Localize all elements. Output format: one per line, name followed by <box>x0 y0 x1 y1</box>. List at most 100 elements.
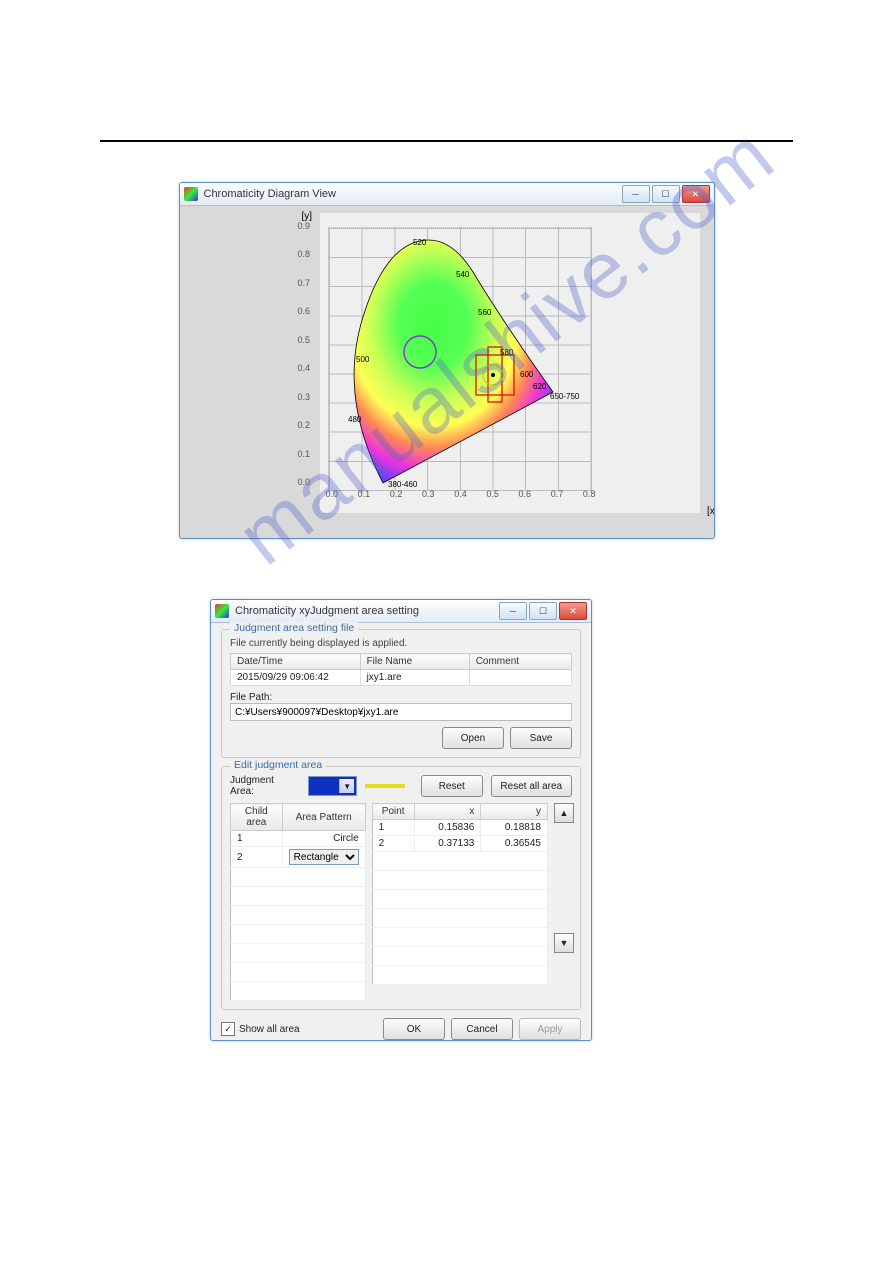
edit-judgment-group: Edit judgment area Judgment Area: ▼ Rese… <box>221 766 581 1010</box>
group1-subtext: File currently being displayed is applie… <box>230 638 572 649</box>
x-tick: 0.8 <box>583 489 596 499</box>
point-row[interactable]: 1 0.15836 0.18818 <box>372 820 547 836</box>
x-axis-label: [x] <box>707 506 715 517</box>
dialog-titlebar: Chromaticity xyJudgment area setting ─ ☐… <box>211 600 591 623</box>
point-row[interactable]: 2 0.37133 0.36545 <box>372 836 547 852</box>
move-up-button[interactable]: ▲ <box>554 803 574 823</box>
wl-label: 650-750 <box>550 392 580 401</box>
file-info-table: Date/Time File Name Comment 2015/09/29 0… <box>230 653 572 686</box>
th-filename: File Name <box>360 654 469 670</box>
th-comment: Comment <box>469 654 571 670</box>
x-axis-ticks: 0.0 0.1 0.2 0.3 0.4 0.5 0.6 0.7 0.8 <box>326 489 596 499</box>
x-tick: 0.7 <box>551 489 564 499</box>
x-tick: 0.6 <box>519 489 532 499</box>
cell-y: 0.36545 <box>481 836 548 852</box>
cell-point-id: 2 <box>372 836 414 852</box>
wl-label: 500 <box>356 355 370 364</box>
reset-button[interactable]: Reset <box>421 775 483 797</box>
wl-label: 560 <box>478 308 492 317</box>
chroma-titlebar: Chromaticity Diagram View ─ ☐ ✕ <box>180 183 714 206</box>
y-tick: 0.7 <box>298 278 311 288</box>
chroma-window-title: Chromaticity Diagram View <box>204 188 622 200</box>
cell-x: 0.15836 <box>414 820 481 836</box>
th-child: Child area <box>231 804 283 831</box>
cell-child-id: 1 <box>231 831 283 847</box>
y-tick: 0.6 <box>298 306 311 316</box>
group2-title: Edit judgment area <box>230 759 326 771</box>
y-tick: 0.2 <box>298 420 311 430</box>
pattern-dropdown[interactable]: Rectangle <box>289 849 359 865</box>
file-row[interactable]: 2015/09/29 09:06:42 jxy1.are <box>231 670 572 686</box>
cell-point-id: 1 <box>372 820 414 836</box>
show-all-label: Show all area <box>239 1024 300 1035</box>
ok-button[interactable]: OK <box>383 1018 445 1040</box>
chromaticity-plot: [y] 0.0 0.1 0.2 0.3 0.4 0.5 0.6 0.7 0.8 … <box>320 213 700 513</box>
file-path-input[interactable] <box>230 703 572 721</box>
measurement-point <box>491 373 495 377</box>
child-row[interactable]: 2 Rectangle <box>231 847 366 868</box>
show-all-checkbox[interactable]: ✓ <box>221 1022 235 1036</box>
app-icon <box>184 187 198 201</box>
cell-child-id: 2 <box>231 847 283 868</box>
yellow-color-swatch <box>365 784 405 788</box>
minimize-button[interactable]: ─ <box>622 185 650 203</box>
file-path-label: File Path: <box>230 692 572 703</box>
chevron-down-icon: ▼ <box>339 779 354 793</box>
th-datetime: Date/Time <box>231 654 361 670</box>
x-tick: 0.2 <box>390 489 403 499</box>
point-table: Point x y 1 0.15836 0.18818 2 0.37133 <box>372 803 548 985</box>
show-all-checkbox-wrap[interactable]: ✓ Show all area <box>221 1022 300 1036</box>
wl-label: 620 <box>533 382 547 391</box>
y-tick: 0.8 <box>298 249 311 259</box>
th-pattern: Area Pattern <box>282 804 365 831</box>
x-tick: 0.3 <box>422 489 435 499</box>
wl-label: 520 <box>413 238 427 247</box>
cell-comment <box>469 670 571 686</box>
y-tick: 0.1 <box>298 449 311 459</box>
wl-label: 580 <box>500 348 514 357</box>
wl-label: 600 <box>520 370 534 379</box>
group1-title: Judgment area setting file <box>230 622 358 634</box>
cell-pattern-select[interactable]: Rectangle <box>282 847 365 868</box>
move-down-button[interactable]: ▼ <box>554 933 574 953</box>
child-area-table: Child area Area Pattern 1 Circle 2 Recta… <box>230 803 366 1001</box>
app-icon <box>215 604 229 618</box>
area-color-select[interactable]: ▼ <box>308 776 358 796</box>
y-tick: 0.9 <box>298 221 311 231</box>
cell-pattern: Circle <box>282 831 365 847</box>
th-x: x <box>414 804 481 820</box>
apply-button[interactable]: Apply <box>519 1018 581 1040</box>
maximize-button[interactable]: ☐ <box>529 602 557 620</box>
save-button[interactable]: Save <box>510 727 572 749</box>
cell-x: 0.37133 <box>414 836 481 852</box>
judgment-area-label: Judgment Area: <box>230 775 300 797</box>
judgment-file-group: Judgment area setting file File currentl… <box>221 629 581 758</box>
top-divider <box>100 140 793 142</box>
wl-label: 480 <box>348 415 362 424</box>
x-tick: 0.4 <box>454 489 467 499</box>
cell-filename: jxy1.are <box>360 670 469 686</box>
x-tick: 0.0 <box>326 489 339 499</box>
chromaticity-window: Chromaticity Diagram View ─ ☐ ✕ [y] 0.0 … <box>179 182 715 539</box>
y-axis-ticks: 0.0 0.1 0.2 0.3 0.4 0.5 0.6 0.7 0.8 0.9 <box>298 221 311 487</box>
reset-all-button[interactable]: Reset all area <box>491 775 572 797</box>
maximize-button[interactable]: ☐ <box>652 185 680 203</box>
cancel-button[interactable]: Cancel <box>451 1018 513 1040</box>
x-tick: 0.5 <box>486 489 499 499</box>
th-point: Point <box>372 804 414 820</box>
y-tick: 0.3 <box>298 392 311 402</box>
child-row[interactable]: 1 Circle <box>231 831 366 847</box>
cell-datetime: 2015/09/29 09:06:42 <box>231 670 361 686</box>
y-tick: 0.0 <box>298 477 311 487</box>
y-tick: 0.4 <box>298 363 311 373</box>
wl-label: 380-460 <box>388 480 418 489</box>
minimize-button[interactable]: ─ <box>499 602 527 620</box>
judgment-area-dialog: Chromaticity xyJudgment area setting ─ ☐… <box>210 599 592 1041</box>
close-button[interactable]: ✕ <box>682 185 710 203</box>
th-y: y <box>481 804 548 820</box>
close-button[interactable]: ✕ <box>559 602 587 620</box>
dialog-title: Chromaticity xyJudgment area setting <box>235 605 499 617</box>
cell-y: 0.18818 <box>481 820 548 836</box>
cie-diagram-shape: 380-460 480 500 520 540 560 580 600 620 … <box>328 227 590 489</box>
open-button[interactable]: Open <box>442 727 504 749</box>
